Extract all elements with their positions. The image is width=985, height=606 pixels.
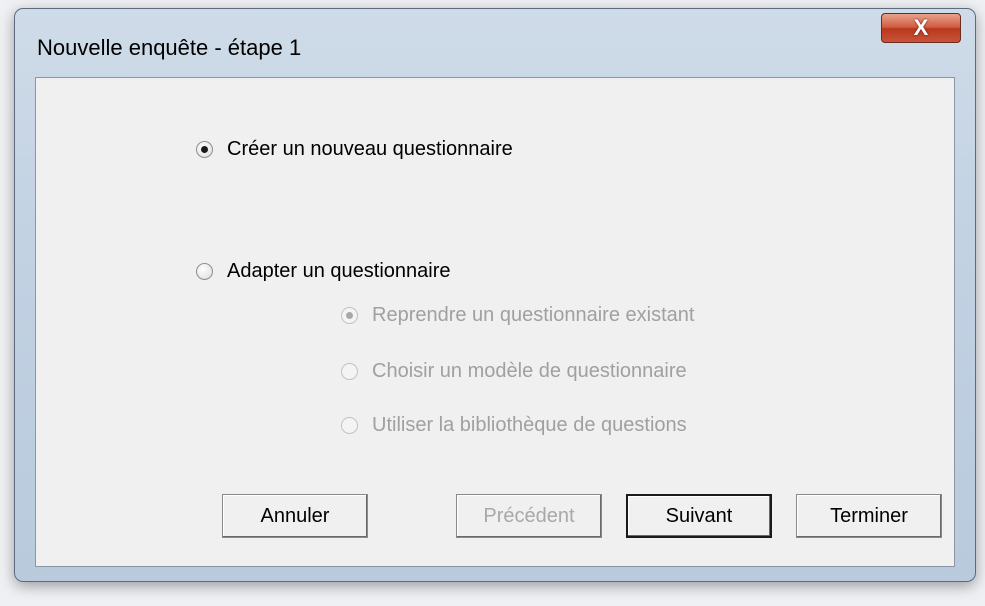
previous-button: Précédent bbox=[456, 494, 602, 538]
radio-adapt[interactable]: Adapter un questionnaire bbox=[196, 260, 451, 283]
wizard-dialog: Nouvelle enquête - étape 1 X Créer un no… bbox=[14, 8, 976, 582]
radio-question-library: Utiliser la bibliothèque de questions bbox=[341, 414, 687, 437]
title-bar[interactable]: Nouvelle enquête - étape 1 X bbox=[15, 9, 975, 77]
close-button[interactable]: X bbox=[881, 13, 961, 43]
radio-question-library-label: Utiliser la bibliothèque de questions bbox=[372, 414, 687, 436]
radio-adapt-label: Adapter un questionnaire bbox=[227, 260, 451, 282]
radio-reuse-existing-indicator bbox=[341, 307, 358, 324]
radio-choose-template-label: Choisir un modèle de questionnaire bbox=[372, 360, 687, 382]
radio-choose-template-indicator bbox=[341, 363, 358, 380]
cancel-button[interactable]: Annuler bbox=[222, 494, 368, 538]
radio-choose-template: Choisir un modèle de questionnaire bbox=[341, 360, 687, 383]
close-icon: X bbox=[913, 15, 929, 40]
radio-reuse-existing: Reprendre un questionnaire existant bbox=[341, 304, 694, 327]
radio-adapt-indicator[interactable] bbox=[196, 263, 213, 280]
finish-button[interactable]: Terminer bbox=[796, 494, 942, 538]
radio-create-new[interactable]: Créer un nouveau questionnaire bbox=[196, 138, 513, 161]
radio-reuse-existing-label: Reprendre un questionnaire existant bbox=[372, 304, 695, 326]
dialog-content: Créer un nouveau questionnaire Adapter u… bbox=[35, 77, 955, 567]
radio-create-new-label: Créer un nouveau questionnaire bbox=[227, 138, 513, 160]
window-title: Nouvelle enquête - étape 1 bbox=[37, 35, 302, 60]
radio-create-new-indicator[interactable] bbox=[196, 141, 213, 158]
next-button[interactable]: Suivant bbox=[626, 494, 772, 538]
radio-question-library-indicator bbox=[341, 417, 358, 434]
